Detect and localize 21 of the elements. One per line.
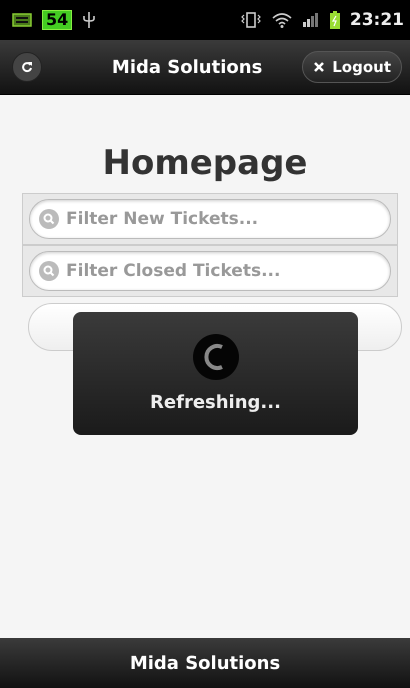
logout-button[interactable]: Logout: [302, 51, 402, 83]
wifi-icon: [272, 12, 292, 28]
vibrate-icon: [240, 11, 262, 29]
loading-message: Refreshing...: [150, 392, 281, 413]
clock-time: 23:21: [350, 10, 404, 30]
battery-icon: [330, 11, 340, 29]
signal-icon: [302, 13, 320, 27]
notification-icon: [12, 13, 32, 27]
search-field[interactable]: Filter Closed Tickets...: [29, 251, 391, 291]
close-icon: [313, 61, 326, 73]
footer-title: Mida Solutions: [130, 652, 280, 674]
app-title: Mida Solutions: [110, 56, 264, 78]
battery-level: 54: [42, 10, 72, 30]
refresh-button[interactable]: [12, 52, 42, 82]
search-icon: [39, 261, 59, 281]
refresh-icon: [21, 61, 33, 73]
search-field[interactable]: Filter New Tickets...: [29, 199, 391, 239]
page-heading: Homepage: [102, 143, 308, 183]
usb-icon: [82, 11, 96, 29]
search-icon: [39, 209, 59, 229]
spinner-icon: [192, 334, 238, 380]
